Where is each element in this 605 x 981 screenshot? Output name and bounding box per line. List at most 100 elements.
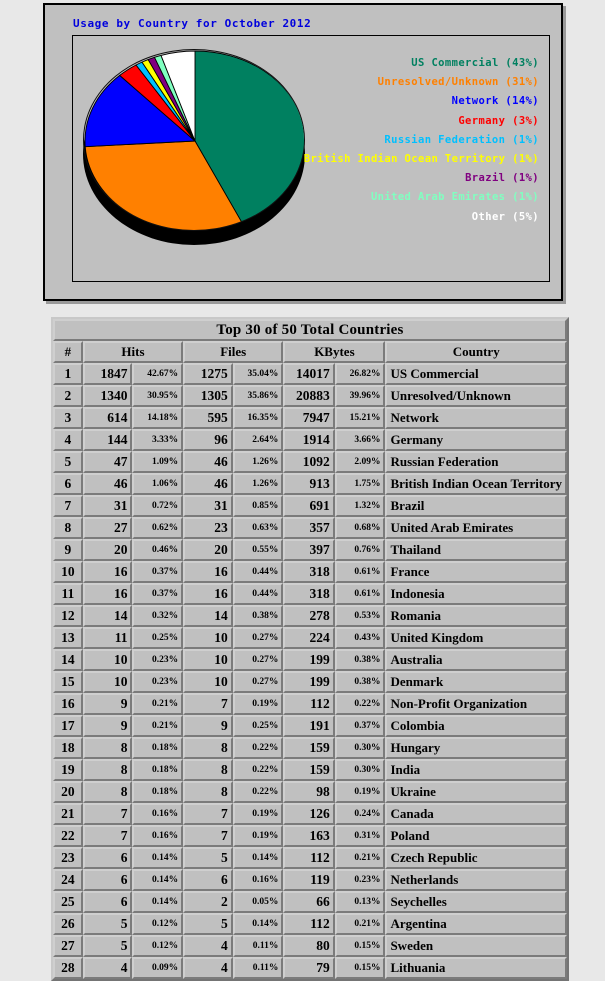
cell-files-percent: 35.86% — [232, 385, 284, 407]
cell-country: France — [385, 561, 567, 583]
cell-files-percent: 0.14% — [232, 847, 284, 869]
cell-hits-percent: 0.46% — [132, 539, 184, 561]
cell-kbytes: 199 — [283, 649, 335, 671]
cell-country: Denmark — [385, 671, 567, 693]
cell-kbytes-percent: 3.66% — [334, 429, 386, 451]
cell-kbytes: 66 — [283, 891, 335, 913]
column-header-rank[interactable]: # — [53, 341, 83, 363]
cell-files-percent: 0.44% — [232, 561, 284, 583]
cell-country: Netherlands — [385, 869, 567, 891]
cell-files: 7 — [183, 825, 233, 847]
cell-hits-percent: 42.67% — [132, 363, 184, 385]
column-header-kbytes[interactable]: KBytes — [283, 341, 386, 363]
cell-hits: 9 — [82, 715, 133, 737]
cell-files: 8 — [183, 737, 233, 759]
cell-files: 46 — [183, 473, 233, 495]
column-header-country[interactable]: Country — [385, 341, 567, 363]
cell-files: 31 — [183, 495, 233, 517]
column-header-files[interactable]: Files — [183, 341, 284, 363]
table-row: 6 46 1.06% 46 1.26% 913 1.75% British Indian Oc… — [53, 473, 567, 495]
cell-files: 1275 — [183, 363, 233, 385]
table-row: 17 9 0.21% 9 0.25% 191 0.37% Colombia — [53, 715, 567, 737]
cell-files: 23 — [183, 517, 233, 539]
cell-hits: 16 — [82, 583, 133, 605]
cell-hits: 11 — [82, 627, 133, 649]
cell-hits: 10 — [82, 671, 133, 693]
cell-hits-percent: 0.18% — [132, 781, 184, 803]
cell-kbytes-percent: 1.75% — [334, 473, 386, 495]
cell-files-percent: 0.05% — [232, 891, 284, 913]
cell-country: Sweden — [385, 935, 567, 957]
cell-kbytes-percent: 0.15% — [334, 957, 386, 979]
cell-country: United Arab Emirates — [385, 517, 567, 539]
cell-kbytes: 1092 — [283, 451, 335, 473]
cell-country: Unresolved/Unknown — [385, 385, 567, 407]
cell-kbytes: 98 — [283, 781, 335, 803]
cell-country: Czech Republic — [385, 847, 567, 869]
table-row: 1 1847 42.67% 1275 35.04% 14017 26.82% US Comme… — [53, 363, 567, 385]
cell-kbytes: 191 — [283, 715, 335, 737]
cell-kbytes: 79 — [283, 957, 335, 979]
cell-files-percent: 0.19% — [232, 803, 284, 825]
cell-hits-percent: 0.37% — [132, 583, 184, 605]
cell-files: 14 — [183, 605, 233, 627]
table-row: 24 6 0.14% 6 0.16% 119 0.23% Netherlands — [53, 869, 567, 891]
table-header-row: # Hits Files KBytes Country — [53, 341, 567, 363]
cell-files-percent: 0.14% — [232, 913, 284, 935]
cell-files-percent: 2.64% — [232, 429, 284, 451]
cell-rank: 10 — [53, 561, 83, 583]
table-row: 16 9 0.21% 7 0.19% 112 0.22% Non-Profit Organiz… — [53, 693, 567, 715]
cell-hits-percent: 0.14% — [132, 891, 184, 913]
cell-hits-percent: 1.09% — [132, 451, 184, 473]
table-row: 19 8 0.18% 8 0.22% 159 0.30% India — [53, 759, 567, 781]
cell-files: 46 — [183, 451, 233, 473]
cell-files: 8 — [183, 759, 233, 781]
cell-rank: 9 — [53, 539, 83, 561]
cell-hits: 6 — [82, 847, 133, 869]
cell-kbytes-percent: 15.21% — [334, 407, 386, 429]
table-row: 7 31 0.72% 31 0.85% 691 1.32% Brazil — [53, 495, 567, 517]
cell-kbytes-percent: 0.37% — [334, 715, 386, 737]
cell-country: Lithuania — [385, 957, 567, 979]
cell-rank: 6 — [53, 473, 83, 495]
cell-hits-percent: 0.14% — [132, 869, 184, 891]
cell-hits-percent: 0.23% — [132, 649, 184, 671]
table-row: 20 8 0.18% 8 0.22% 98 0.19% Ukraine — [53, 781, 567, 803]
table-row: 10 16 0.37% 16 0.44% 318 0.61% France — [53, 561, 567, 583]
cell-hits: 8 — [82, 781, 133, 803]
top-countries-table: Top 30 of 50 Total Countries # Hits File… — [51, 317, 569, 981]
cell-hits-percent: 0.21% — [132, 693, 184, 715]
cell-hits: 7 — [82, 803, 133, 825]
cell-files: 595 — [183, 407, 233, 429]
cell-rank: 17 — [53, 715, 83, 737]
cell-files-percent: 1.26% — [232, 451, 284, 473]
cell-country: Network — [385, 407, 567, 429]
column-header-hits[interactable]: Hits — [82, 341, 184, 363]
cell-country: Hungary — [385, 737, 567, 759]
cell-files-percent: 0.27% — [232, 627, 284, 649]
cell-kbytes: 7947 — [283, 407, 335, 429]
cell-kbytes-percent: 0.61% — [334, 583, 386, 605]
cell-hits: 6 — [82, 891, 133, 913]
cell-hits-percent: 0.16% — [132, 803, 184, 825]
cell-rank: 23 — [53, 847, 83, 869]
cell-rank: 25 — [53, 891, 83, 913]
table-row: 21 7 0.16% 7 0.19% 126 0.24% Canada — [53, 803, 567, 825]
cell-country: Indonesia — [385, 583, 567, 605]
cell-files: 10 — [183, 649, 233, 671]
table-row: 5 47 1.09% 46 1.26% 1092 2.09% Russian Federati… — [53, 451, 567, 473]
cell-files: 10 — [183, 627, 233, 649]
legend-item: Russian Federation (1%) — [384, 133, 539, 146]
legend-item: Germany (3%) — [458, 114, 539, 127]
cell-kbytes-percent: 0.21% — [334, 913, 386, 935]
table-row: 8 27 0.62% 23 0.63% 357 0.68% United Arab Emira… — [53, 517, 567, 539]
cell-country: Thailand — [385, 539, 567, 561]
cell-country: British Indian Ocean Territory — [385, 473, 567, 495]
cell-rank: 1 — [53, 363, 83, 385]
cell-files-percent: 0.27% — [232, 649, 284, 671]
cell-rank: 20 — [53, 781, 83, 803]
cell-hits: 9 — [82, 693, 133, 715]
cell-rank: 16 — [53, 693, 83, 715]
cell-files-percent: 0.11% — [232, 935, 284, 957]
cell-hits-percent: 0.09% — [132, 957, 184, 979]
